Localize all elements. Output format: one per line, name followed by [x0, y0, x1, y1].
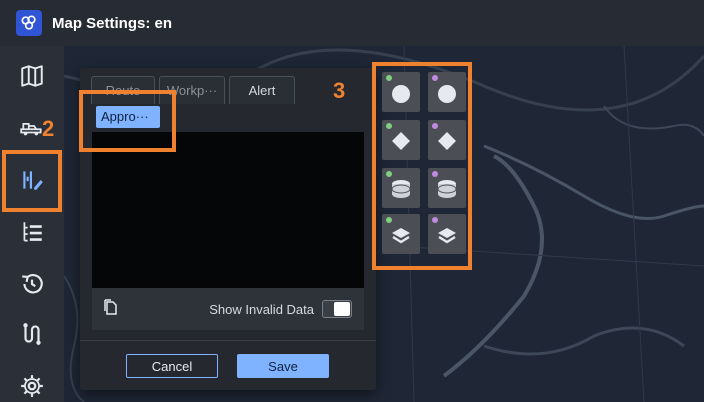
list-icon — [23, 222, 42, 242]
map-icon — [21, 65, 43, 87]
sidebar-item-map[interactable] — [0, 52, 64, 100]
title-bar: Map Settings: en — [0, 0, 704, 46]
sidebar-item-routes[interactable] — [0, 310, 64, 358]
sidebar — [0, 46, 64, 402]
show-invalid-data-toggle[interactable] — [322, 300, 352, 318]
window-title: Map Settings: en — [52, 14, 173, 32]
annotation-step-3: 3 — [333, 78, 346, 103]
show-invalid-data-label: Show Invalid Data — [209, 301, 314, 317]
layer-data-area[interactable] — [92, 132, 364, 288]
toggle-knob — [334, 302, 350, 316]
annotation-step-2: 2 — [42, 116, 55, 141]
sidebar-item-history[interactable] — [0, 260, 64, 308]
highlight-selected-chip — [79, 90, 176, 152]
sidebar-item-vehicles[interactable] — [0, 102, 64, 150]
gear-icon — [21, 375, 43, 397]
route-icon — [23, 323, 41, 345]
footer-divider — [80, 340, 376, 341]
highlight-sidebar-layer-settings — [2, 150, 62, 212]
save-button[interactable]: Save — [237, 354, 329, 378]
cancel-button[interactable]: Cancel — [126, 354, 218, 378]
sidebar-item-list[interactable] — [0, 208, 64, 256]
history-icon — [22, 274, 43, 294]
sidebar-item-settings[interactable] — [0, 362, 64, 402]
app-logo-icon — [16, 10, 42, 36]
highlight-style-palette — [372, 62, 472, 270]
tab-alert[interactable]: Alert — [229, 76, 295, 104]
panel-footer: Show Invalid Data — [92, 288, 364, 330]
copy-document-icon[interactable] — [104, 298, 118, 320]
